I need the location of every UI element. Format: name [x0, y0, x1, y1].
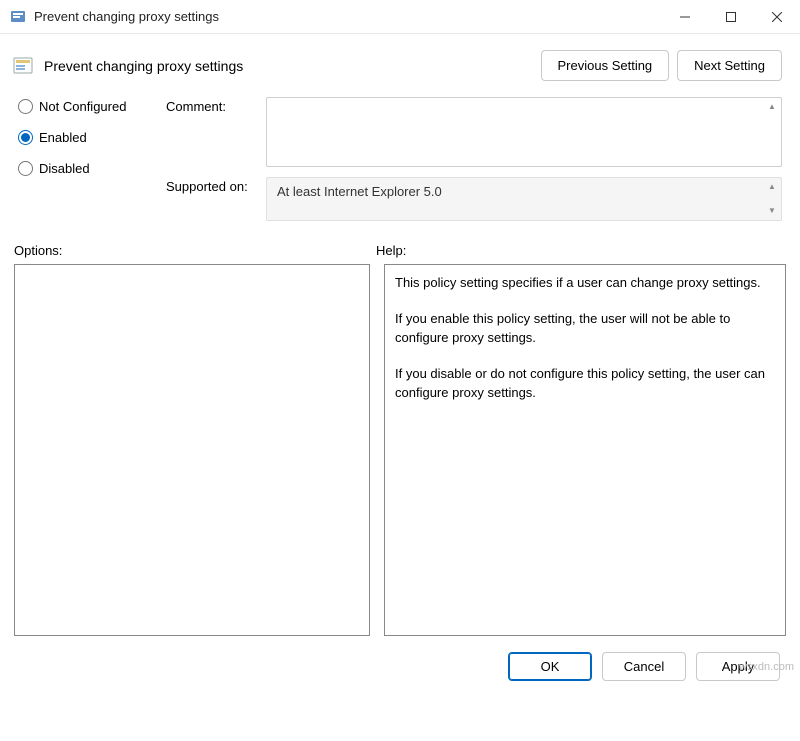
comment-textarea[interactable]: ▲ — [266, 97, 782, 167]
window-title: Prevent changing proxy settings — [34, 9, 219, 24]
state-radios: Not Configured Enabled Disabled — [18, 97, 148, 231]
policy-icon — [12, 55, 34, 77]
next-setting-button[interactable]: Next Setting — [677, 50, 782, 81]
help-text: This policy setting specifies if a user … — [395, 273, 775, 293]
help-panel: This policy setting specifies if a user … — [384, 264, 786, 636]
supported-on-box: At least Internet Explorer 5.0 ▲ ▼ — [266, 177, 782, 221]
help-text: If you disable or do not configure this … — [395, 364, 775, 403]
dialog-footer: OK Cancel Apply — [0, 636, 800, 697]
radio-disabled-input[interactable] — [18, 161, 33, 176]
options-panel — [14, 264, 370, 636]
fields: Comment: ▲ Supported on: At least Intern… — [166, 97, 782, 231]
radio-label: Disabled — [39, 161, 90, 176]
radio-not-configured[interactable]: Not Configured — [18, 99, 148, 114]
help-panel-label: Help: — [376, 243, 406, 258]
panel-labels: Options: Help: — [0, 231, 800, 264]
radio-enabled-input[interactable] — [18, 130, 33, 145]
policy-header: Prevent changing proxy settings Previous… — [0, 34, 800, 85]
ok-button[interactable]: OK — [508, 652, 592, 681]
supported-on-value: At least Internet Explorer 5.0 — [277, 184, 442, 199]
close-button[interactable] — [754, 0, 800, 34]
options-panel-label: Options: — [14, 243, 376, 258]
scroll-up-icon[interactable]: ▲ — [765, 100, 779, 114]
comment-label: Comment: — [166, 97, 266, 167]
radio-disabled[interactable]: Disabled — [18, 161, 148, 176]
scroll-up-icon[interactable]: ▲ — [765, 180, 779, 194]
watermark: wsxdn.com — [739, 661, 794, 673]
maximize-button[interactable] — [708, 0, 754, 34]
supported-on-label: Supported on: — [166, 177, 266, 221]
radio-not-configured-input[interactable] — [18, 99, 33, 114]
radio-label: Not Configured — [39, 99, 126, 114]
previous-setting-button[interactable]: Previous Setting — [541, 50, 670, 81]
app-icon — [10, 9, 26, 25]
minimize-button[interactable] — [662, 0, 708, 34]
help-text: If you enable this policy setting, the u… — [395, 309, 775, 348]
scroll-down-icon[interactable]: ▼ — [765, 204, 779, 218]
policy-title: Prevent changing proxy settings — [44, 58, 243, 74]
radio-label: Enabled — [39, 130, 87, 145]
radio-enabled[interactable]: Enabled — [18, 130, 148, 145]
titlebar: Prevent changing proxy settings — [0, 0, 800, 34]
panels: This policy setting specifies if a user … — [0, 264, 800, 636]
config-area: Not Configured Enabled Disabled Comment:… — [0, 85, 800, 231]
cancel-button[interactable]: Cancel — [602, 652, 686, 681]
